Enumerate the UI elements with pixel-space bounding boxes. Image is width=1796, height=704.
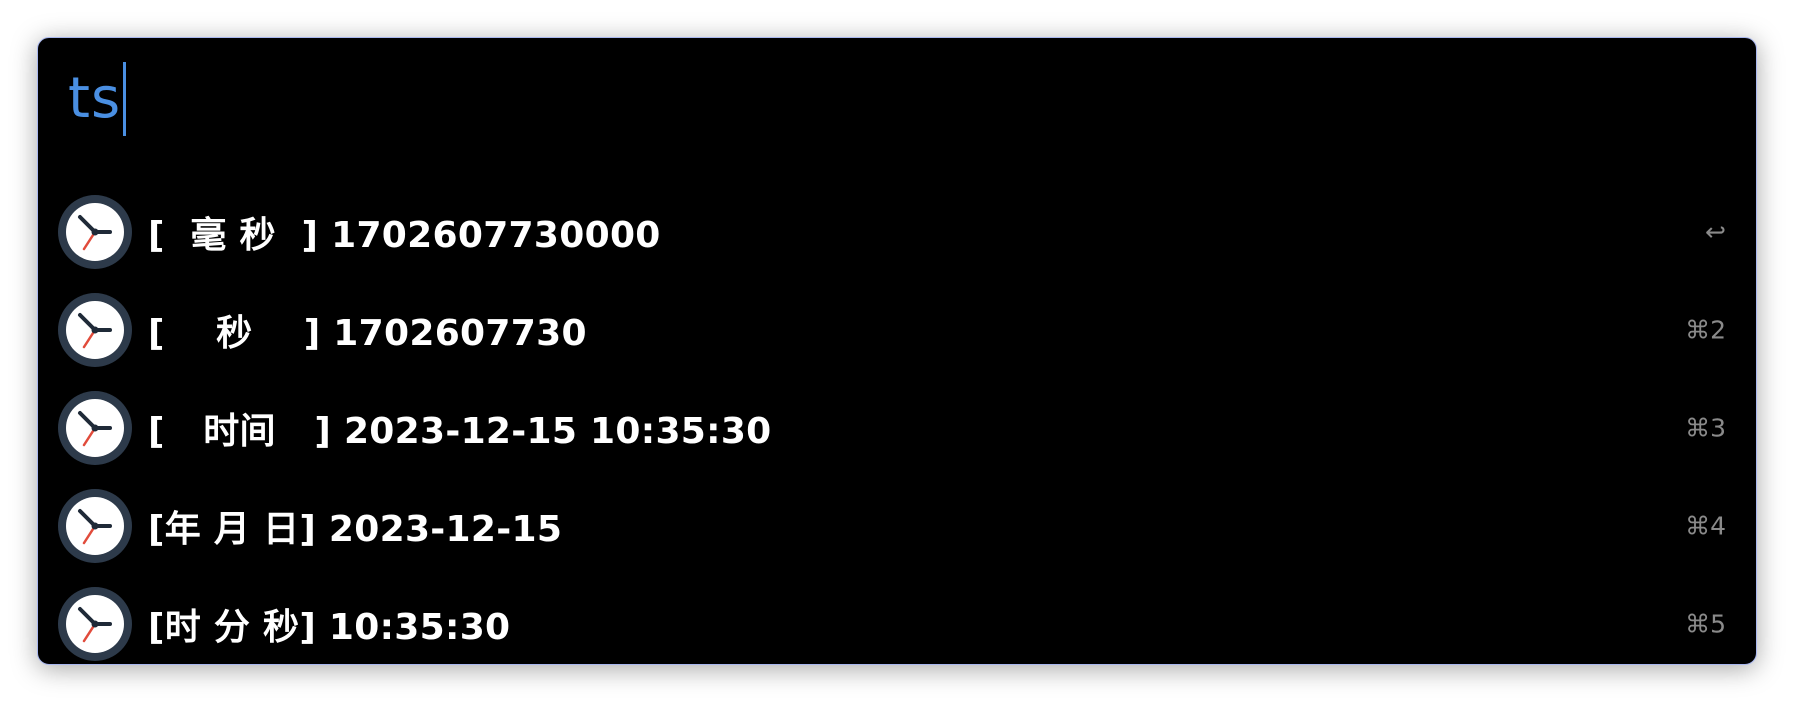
result-item-datetime[interactable]: [ 时间 ] 2023-12-15 10:35:30 ⌘3 [56, 379, 1756, 477]
clock-icon [56, 487, 134, 565]
text-caret [123, 62, 127, 136]
result-title: [年 月 日] 2023-12-15 [148, 509, 563, 550]
result-title: [时 分 秒] 10:35:30 [148, 607, 511, 648]
search-input[interactable]: ts [68, 56, 127, 142]
result-title: [ 毫 秒 ] 1702607730000 [148, 215, 661, 256]
clock-icon [56, 291, 134, 369]
result-item-seconds[interactable]: [ 秒 ] 1702607730 ⌘2 [56, 281, 1756, 379]
clock-icon [56, 193, 134, 271]
results-list: [ 毫 秒 ] 1702607730000 ↩ [ 秒 ] 1702607730… [56, 183, 1756, 664]
return-key-icon: ↩ [1705, 217, 1726, 247]
result-title: [ 秒 ] 1702607730 [148, 313, 587, 354]
clock-icon [56, 585, 134, 663]
shortcut-hint: ⌘3 [1685, 413, 1726, 443]
shortcut-hint: ⌘4 [1685, 511, 1726, 541]
result-item-date[interactable]: [年 月 日] 2023-12-15 ⌘4 [56, 477, 1756, 575]
result-title: [ 时间 ] 2023-12-15 10:35:30 [148, 411, 772, 452]
shortcut-hint: ⌘2 [1685, 315, 1726, 345]
shortcut-hint: ⌘5 [1685, 609, 1726, 639]
result-item-milliseconds[interactable]: [ 毫 秒 ] 1702607730000 ↩ [56, 183, 1756, 281]
search-query-text: ts [68, 66, 122, 131]
clock-icon [56, 389, 134, 467]
launcher-window: ts [ 毫 秒 ] 1702607730000 ↩ [秒] 1702607… [37, 37, 1757, 665]
result-item-time[interactable]: [时 分 秒] 10:35:30 ⌘5 [56, 575, 1756, 664]
